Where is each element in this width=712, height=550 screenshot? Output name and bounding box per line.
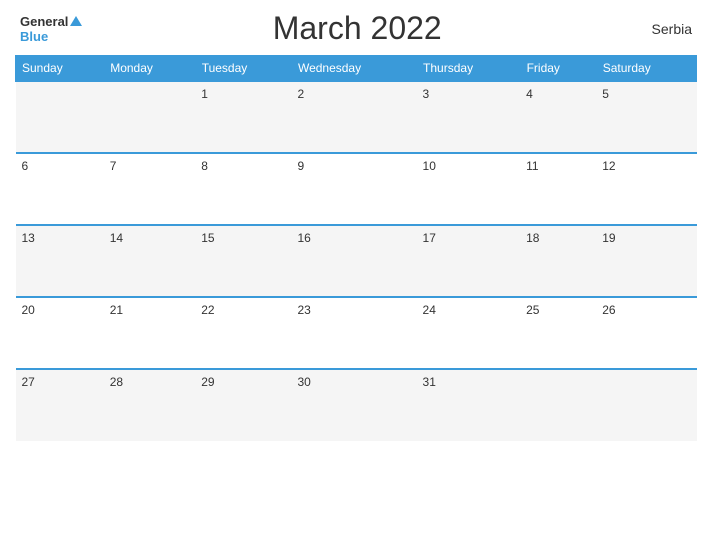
day-cell: 16 <box>291 225 416 297</box>
col-wednesday: Wednesday <box>291 56 416 82</box>
day-cell: 29 <box>195 369 291 441</box>
day-number: 21 <box>110 303 123 317</box>
day-number: 16 <box>297 231 310 245</box>
day-number: 28 <box>110 375 123 389</box>
day-number: 25 <box>526 303 539 317</box>
day-number: 27 <box>22 375 35 389</box>
day-cell: 17 <box>417 225 521 297</box>
day-cell: 23 <box>291 297 416 369</box>
day-cell: 11 <box>520 153 596 225</box>
day-number: 15 <box>201 231 214 245</box>
day-number: 26 <box>602 303 615 317</box>
day-number: 22 <box>201 303 214 317</box>
day-cell: 26 <box>596 297 696 369</box>
day-number: 20 <box>22 303 35 317</box>
day-cell: 24 <box>417 297 521 369</box>
day-cell: 10 <box>417 153 521 225</box>
day-cell: 8 <box>195 153 291 225</box>
col-tuesday: Tuesday <box>195 56 291 82</box>
col-monday: Monday <box>104 56 196 82</box>
day-cell: 4 <box>520 81 596 153</box>
day-cell: 25 <box>520 297 596 369</box>
col-sunday: Sunday <box>16 56 104 82</box>
week-row-5: 27 28 29 30 31 <box>16 369 697 441</box>
day-number: 14 <box>110 231 123 245</box>
day-number: 6 <box>22 159 29 173</box>
day-number: 17 <box>423 231 436 245</box>
day-cell <box>520 369 596 441</box>
col-saturday: Saturday <box>596 56 696 82</box>
col-thursday: Thursday <box>417 56 521 82</box>
day-number: 23 <box>297 303 310 317</box>
day-number: 24 <box>423 303 436 317</box>
day-cell: 20 <box>16 297 104 369</box>
calendar-body: 1234567891011121314151617181920212223242… <box>16 81 697 441</box>
day-cell: 13 <box>16 225 104 297</box>
day-cell <box>104 81 196 153</box>
country-label: Serbia <box>632 21 692 37</box>
day-number: 8 <box>201 159 208 173</box>
day-number: 29 <box>201 375 214 389</box>
header: General Blue March 2022 Serbia <box>15 10 697 47</box>
day-number: 13 <box>22 231 35 245</box>
day-number: 3 <box>423 87 430 101</box>
day-cell <box>596 369 696 441</box>
day-cell: 2 <box>291 81 416 153</box>
day-cell: 5 <box>596 81 696 153</box>
col-friday: Friday <box>520 56 596 82</box>
calendar-container: General Blue March 2022 Serbia Sunday Mo… <box>0 0 712 550</box>
day-number: 10 <box>423 159 436 173</box>
day-cell: 3 <box>417 81 521 153</box>
day-number: 12 <box>602 159 615 173</box>
logo-triangle-icon <box>70 16 82 26</box>
day-number: 4 <box>526 87 533 101</box>
day-cell: 30 <box>291 369 416 441</box>
day-cell: 6 <box>16 153 104 225</box>
day-number: 1 <box>201 87 208 101</box>
day-cell: 19 <box>596 225 696 297</box>
day-number: 30 <box>297 375 310 389</box>
calendar-grid: Sunday Monday Tuesday Wednesday Thursday… <box>15 55 697 441</box>
day-cell <box>16 81 104 153</box>
day-cell: 12 <box>596 153 696 225</box>
day-number: 2 <box>297 87 304 101</box>
day-number: 19 <box>602 231 615 245</box>
week-row-2: 6 7 8 9 10 11 12 <box>16 153 697 225</box>
day-number: 5 <box>602 87 609 101</box>
logo-blue: Blue <box>20 30 48 43</box>
day-cell: 1 <box>195 81 291 153</box>
day-cell: 18 <box>520 225 596 297</box>
day-number: 31 <box>423 375 436 389</box>
day-header-row: Sunday Monday Tuesday Wednesday Thursday… <box>16 56 697 82</box>
day-cell: 14 <box>104 225 196 297</box>
week-row-1: 1 2 3 4 5 <box>16 81 697 153</box>
day-cell: 21 <box>104 297 196 369</box>
logo: General Blue <box>20 14 82 43</box>
day-number: 9 <box>297 159 304 173</box>
day-cell: 22 <box>195 297 291 369</box>
calendar-title: March 2022 <box>82 10 632 47</box>
day-cell: 15 <box>195 225 291 297</box>
day-cell: 9 <box>291 153 416 225</box>
day-cell: 27 <box>16 369 104 441</box>
day-number: 18 <box>526 231 539 245</box>
week-row-3: 13 14 15 16 17 18 19 <box>16 225 697 297</box>
day-number: 7 <box>110 159 117 173</box>
logo-general: General <box>20 14 82 30</box>
day-cell: 28 <box>104 369 196 441</box>
day-number: 11 <box>526 159 538 173</box>
day-cell: 31 <box>417 369 521 441</box>
week-row-4: 20 21 22 23 24 25 26 <box>16 297 697 369</box>
day-cell: 7 <box>104 153 196 225</box>
